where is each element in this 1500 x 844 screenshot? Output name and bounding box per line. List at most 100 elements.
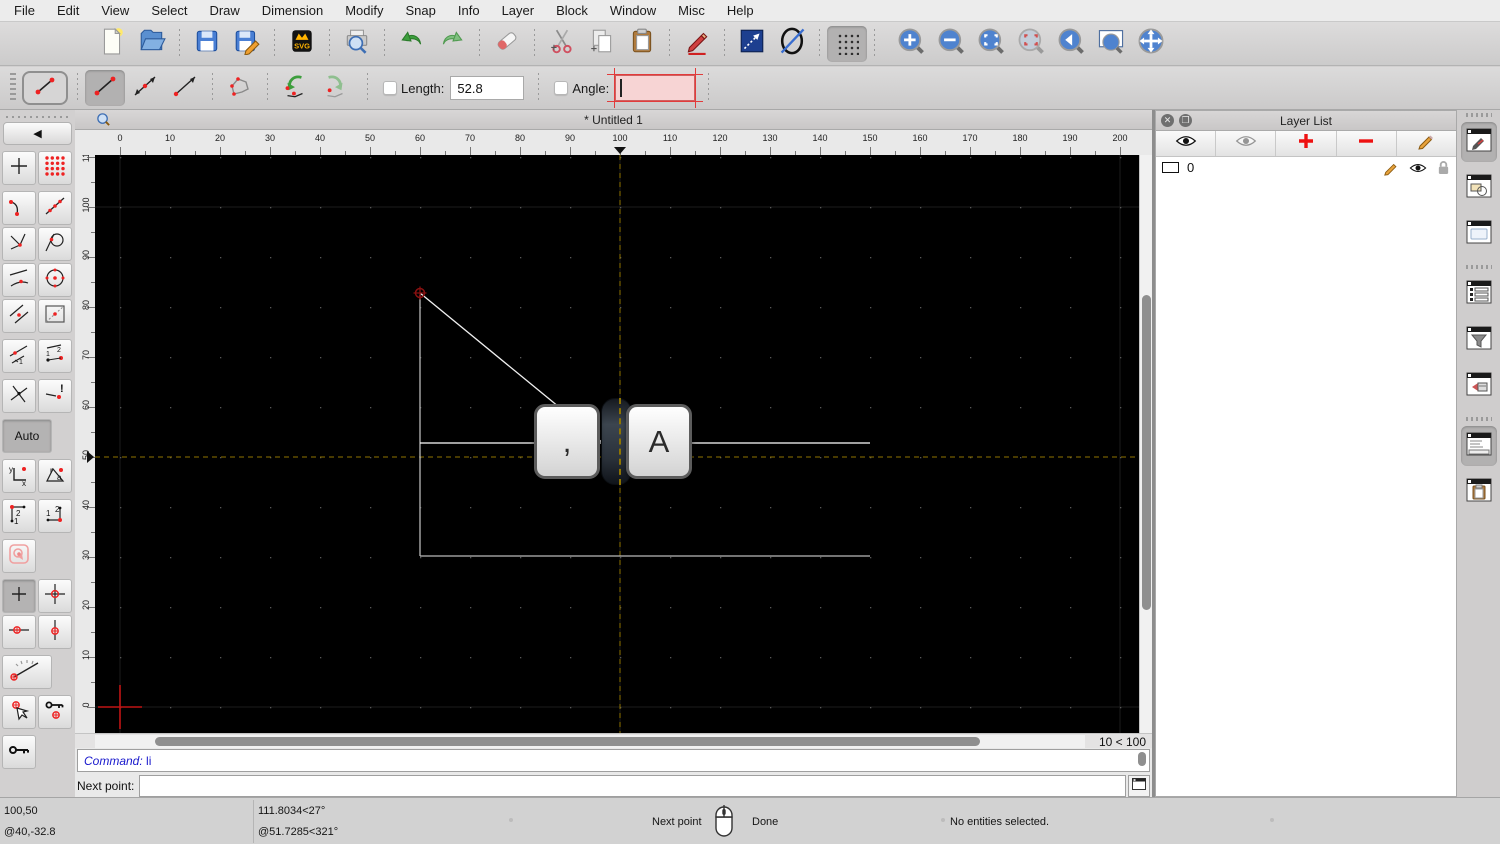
snap-endpoints-button[interactable] — [2, 191, 36, 225]
snap-middle-button[interactable] — [38, 299, 72, 333]
hide-all-layers-button[interactable] — [1216, 131, 1276, 156]
restrict-vertical-button[interactable] — [38, 615, 72, 649]
clipboard-widget-button[interactable] — [1461, 472, 1497, 512]
snap-intersection-button[interactable] — [2, 379, 36, 413]
entity-list-widget-button[interactable] — [1461, 274, 1497, 314]
print-preview-button[interactable] — [337, 26, 377, 62]
line-arrow-button[interactable] — [165, 70, 205, 106]
toolbar-handle[interactable] — [10, 73, 16, 103]
restrict-off-button[interactable] — [2, 579, 36, 613]
redo-segment-button[interactable] — [315, 70, 355, 106]
restrict-orthogonal-button[interactable] — [38, 579, 72, 613]
zoom-previous-button[interactable] — [1051, 26, 1091, 62]
zoom-window-button[interactable] — [1091, 26, 1131, 62]
menu-item-modify[interactable]: Modify — [345, 3, 383, 18]
pan-zoom-button[interactable] — [1131, 26, 1171, 62]
redo-button[interactable] — [432, 26, 472, 62]
grid-toggle-button[interactable] — [827, 26, 867, 62]
snap-on-entity-button[interactable] — [38, 191, 72, 225]
snap-distance-2-button[interactable]: 12 — [38, 339, 72, 373]
coordinate-xy-button[interactable]: yx — [2, 459, 36, 493]
current-tool-button[interactable] — [22, 71, 68, 105]
layer-color-swatch[interactable] — [1162, 162, 1179, 173]
draw-line-button[interactable] — [732, 26, 772, 62]
unlock-relative-zero-button[interactable] — [2, 735, 36, 769]
layer-visible-icon[interactable] — [1409, 162, 1427, 174]
menu-item-block[interactable]: Block — [556, 3, 588, 18]
snap-distance-1-button[interactable]: 1 — [2, 339, 36, 373]
new-document-button[interactable] — [92, 26, 132, 62]
angle-input[interactable] — [615, 75, 695, 101]
menu-item-edit[interactable]: Edit — [57, 3, 79, 18]
restrict-horizontal-button[interactable] — [2, 615, 36, 649]
vertical-scrollbar-thumb[interactable] — [1142, 295, 1151, 610]
length-input[interactable] — [450, 76, 524, 100]
block-list-widget-button[interactable] — [1461, 168, 1497, 208]
export-svg-button[interactable]: SVG — [282, 26, 322, 62]
layer-list-titlebar[interactable]: ✕ ❐ Layer List — [1156, 111, 1456, 131]
detach-command-widget-button[interactable] — [1128, 775, 1150, 797]
draft-mode-button[interactable] — [772, 26, 812, 62]
edit-layer-button[interactable] — [1397, 131, 1456, 156]
paste-button[interactable] — [622, 26, 662, 62]
menu-item-dimension[interactable]: Dimension — [262, 3, 323, 18]
line-two-arrows-button[interactable] — [125, 70, 165, 106]
selection-filter-widget-button[interactable] — [1461, 320, 1497, 360]
command-input[interactable] — [139, 775, 1126, 797]
undo-button[interactable] — [392, 26, 432, 62]
save-button[interactable] — [187, 26, 227, 62]
coordinate-polar-button[interactable]: ra — [38, 459, 72, 493]
drawing-canvas[interactable]: , A — [95, 155, 1139, 733]
restrict-nothing-button[interactable] — [2, 539, 36, 573]
command-line-widget-button[interactable] — [1461, 426, 1497, 466]
command-history-scrollbar-thumb[interactable] — [1138, 752, 1146, 766]
horizontal-scrollbar[interactable] — [95, 735, 1085, 748]
lock-relative-zero-button[interactable] — [38, 695, 72, 729]
menu-item-view[interactable]: View — [101, 3, 129, 18]
layer-edit-icon[interactable] — [1383, 160, 1399, 176]
menu-item-file[interactable]: File — [14, 3, 35, 18]
command-history[interactable]: Command: li — [77, 749, 1150, 772]
pen-edit-button[interactable] — [677, 26, 717, 62]
toolbar-handle[interactable] — [6, 113, 69, 120]
add-layer-button[interactable] — [1276, 131, 1336, 156]
undo-segment-button[interactable] — [275, 70, 315, 106]
menu-item-help[interactable]: Help — [727, 3, 754, 18]
snap-free-button[interactable] — [2, 151, 36, 185]
toolbar-handle[interactable] — [1466, 113, 1492, 117]
menu-item-snap[interactable]: Snap — [406, 3, 436, 18]
line-segment-button[interactable] — [85, 70, 125, 106]
back-button[interactable]: ◀ — [3, 122, 72, 145]
show-all-layers-button[interactable] — [1156, 131, 1216, 156]
menu-item-info[interactable]: Info — [458, 3, 480, 18]
zoom-selection-button[interactable] — [1011, 26, 1051, 62]
vertical-scrollbar[interactable] — [1139, 155, 1152, 733]
zoom-in-button[interactable] — [891, 26, 931, 62]
layer-row[interactable]: 0 — [1156, 157, 1456, 178]
remove-layer-button[interactable] — [1337, 131, 1397, 156]
snap-tangent-button[interactable] — [38, 227, 72, 261]
pen-palette-widget-button[interactable] — [1461, 366, 1497, 406]
menu-item-draw[interactable]: Draw — [209, 3, 239, 18]
zoom-auto-button[interactable] — [971, 26, 1011, 62]
length-checkbox[interactable] — [383, 81, 397, 95]
snap-grid-button[interactable] — [38, 151, 72, 185]
library-browser-widget-button[interactable] — [1461, 214, 1497, 254]
snap-parallel-button[interactable] — [2, 299, 36, 333]
save-as-button[interactable] — [227, 26, 267, 62]
menu-item-window[interactable]: Window — [610, 3, 656, 18]
menu-item-select[interactable]: Select — [151, 3, 187, 18]
delete-entities-button[interactable] — [487, 26, 527, 62]
cut-button[interactable] — [542, 26, 582, 62]
angle-meter-button[interactable] — [2, 655, 52, 689]
menu-item-misc[interactable]: Misc — [678, 3, 705, 18]
corner-trim-1-button[interactable]: 21 — [2, 499, 36, 533]
snap-auto-button[interactable]: Auto — [2, 419, 52, 453]
command-history-scrollbar[interactable] — [1138, 752, 1146, 769]
corner-trim-2-button[interactable]: 12 — [38, 499, 72, 533]
layer-list-widget-button[interactable] — [1461, 122, 1497, 162]
layer-lock-icon[interactable] — [1437, 160, 1450, 175]
open-file-button[interactable] — [132, 26, 172, 62]
horizontal-scrollbar-thumb[interactable] — [155, 737, 980, 746]
document-titlebar[interactable]: * Untitled 1 — [75, 110, 1152, 130]
